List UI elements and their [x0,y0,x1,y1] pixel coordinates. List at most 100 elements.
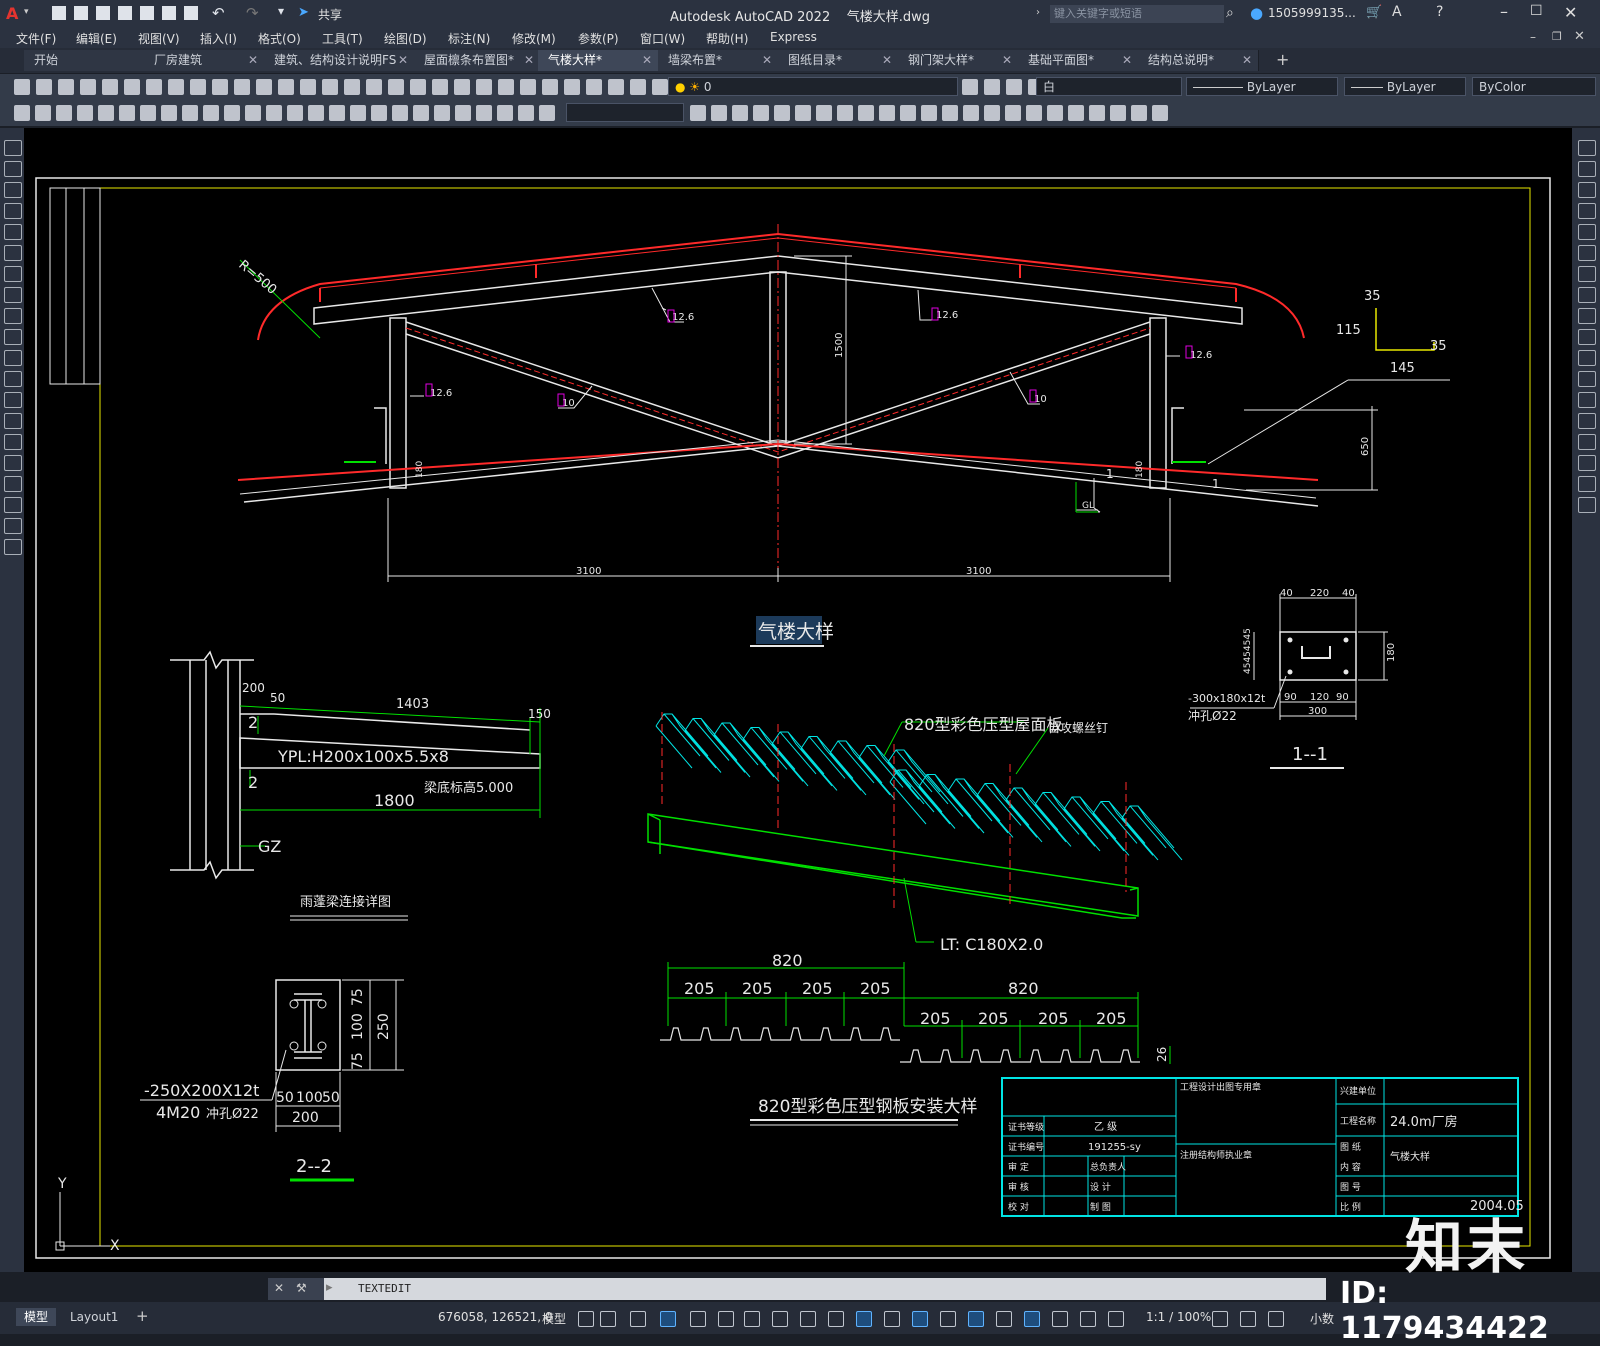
tool-icon[interactable] [1578,329,1596,345]
tool-icon[interactable] [4,161,22,177]
tool-icon[interactable] [245,105,261,121]
tool-icon[interactable] [168,79,184,95]
tool-icon[interactable] [80,79,96,95]
tab-layout1[interactable]: Layout1 [62,1308,126,1326]
tool-icon[interactable] [161,105,177,121]
status-toggle-icon[interactable] [1268,1311,1284,1327]
tab-model[interactable]: 模型 [16,1308,57,1326]
tool-icon[interactable] [14,105,30,121]
close-icon[interactable]: ✕ [642,50,652,71]
tool-icon[interactable] [4,329,22,345]
tool-icon[interactable] [4,308,22,324]
tool-icon[interactable] [413,105,429,121]
tool-icon[interactable] [36,79,52,95]
tool-icon[interactable] [392,105,408,121]
tool-icon[interactable] [4,182,22,198]
close-icon[interactable]: ✕ [882,50,892,71]
tool-icon[interactable] [388,79,404,95]
tab-design-notes[interactable]: 建筑、结构设计说明FS ✕ [264,50,415,71]
close-icon[interactable]: ✕ [1002,50,1012,71]
annotation-scale[interactable]: 1:1 / 100% [1146,1310,1211,1324]
tool-icon[interactable] [564,79,580,95]
tool-icon[interactable] [921,105,937,121]
tool-icon[interactable] [1578,434,1596,450]
tool-icon[interactable] [984,79,1000,95]
tool-icon[interactable] [98,105,114,121]
status-toggle-icon[interactable] [856,1311,872,1327]
close-icon[interactable]: ✕ [1242,50,1252,71]
tool-icon[interactable] [329,105,345,121]
doc-restore-icon[interactable]: ❐ [1552,30,1562,43]
units-button[interactable]: 小数 [1310,1310,1334,1327]
tab-steel-frame[interactable]: 钢门架大样* ✕ [898,50,1019,71]
tool-icon[interactable] [56,105,72,121]
menu-insert[interactable]: 插入(I) [200,30,237,47]
menu-parametric[interactable]: 参数(P) [578,30,619,47]
tool-icon[interactable] [454,79,470,95]
status-toggle-icon[interactable] [630,1311,646,1327]
tool-icon[interactable] [542,79,558,95]
tool-icon[interactable] [119,105,135,121]
tab-plant-architecture[interactable]: 厂房建筑 ✕ [144,50,265,71]
tool-icon[interactable] [1578,161,1596,177]
tool-icon[interactable] [4,392,22,408]
maximize-icon[interactable]: ☐ [1530,3,1543,19]
lineweight-select[interactable]: ByLayer [1344,77,1466,96]
close-icon[interactable]: ✕ [524,50,534,71]
status-toggle-icon[interactable] [1108,1311,1124,1327]
tool-icon[interactable] [498,79,514,95]
tool-icon[interactable] [300,79,316,95]
menu-window[interactable]: 窗口(W) [640,30,685,47]
tool-icon[interactable] [942,105,958,121]
tool-icon[interactable] [58,79,74,95]
status-toggle-icon[interactable] [1024,1311,1040,1327]
status-toggle-icon[interactable] [690,1311,706,1327]
tool-icon[interactable] [190,79,206,95]
tool-icon[interactable] [753,105,769,121]
tool-icon[interactable] [1578,308,1596,324]
tool-icon[interactable] [4,245,22,261]
tool-icon[interactable] [497,105,513,121]
close-icon[interactable]: ✕ [1564,3,1577,22]
layer-select[interactable]: ● ☀ 0 [668,77,958,96]
tool-icon[interactable] [1152,105,1168,121]
tool-icon[interactable] [287,105,303,121]
menu-tools[interactable]: 工具(T) [322,30,363,47]
tool-icon[interactable] [984,105,1000,121]
tool-icon[interactable] [732,105,748,121]
search-icon[interactable]: ⌕ [1226,5,1234,21]
tool-icon[interactable] [322,79,338,95]
status-toggle-icon[interactable] [940,1311,956,1327]
menu-view[interactable]: 视图(V) [138,30,180,47]
status-toggle-icon[interactable] [968,1311,984,1327]
tool-icon[interactable] [1578,182,1596,198]
tool-icon[interactable] [4,224,22,240]
tool-icon[interactable] [102,79,118,95]
tab-structure-notes[interactable]: 结构总说明* ✕ [1138,50,1259,71]
tool-icon[interactable] [630,79,646,95]
user-icon[interactable]: ● [1250,4,1263,22]
tool-icon[interactable] [124,79,140,95]
search-expand-icon[interactable]: › [1036,7,1040,18]
doc-close-icon[interactable]: ✕ [1574,29,1585,44]
menu-dimension[interactable]: 标注(N) [448,30,490,47]
tool-icon[interactable] [1005,105,1021,121]
tool-icon[interactable] [1578,266,1596,282]
tool-icon[interactable] [266,105,282,121]
account-icon[interactable]: A [1392,4,1402,20]
tool-icon[interactable] [1578,392,1596,408]
tool-icon[interactable] [858,105,874,121]
tab-foundation-plan[interactable]: 基础平面图* ✕ [1018,50,1139,71]
tool-icon[interactable] [837,105,853,121]
drawing-canvas[interactable]: R=500 12.6 12.6 12.6 12.6 10 10 1500 310… [24,128,1572,1272]
tool-icon[interactable] [224,105,240,121]
status-toggle-icon[interactable] [1240,1311,1256,1327]
tool-icon[interactable] [432,79,448,95]
tool-icon[interactable] [4,455,22,471]
status-toggle-icon[interactable] [884,1311,900,1327]
tool-icon[interactable] [434,105,450,121]
tool-icon[interactable] [455,105,471,121]
add-layout-icon[interactable]: + [136,1307,149,1325]
wrench-icon[interactable]: ⚒ [296,1281,307,1295]
command-line[interactable]: ▸ TEXTEDIT [268,1278,1326,1300]
